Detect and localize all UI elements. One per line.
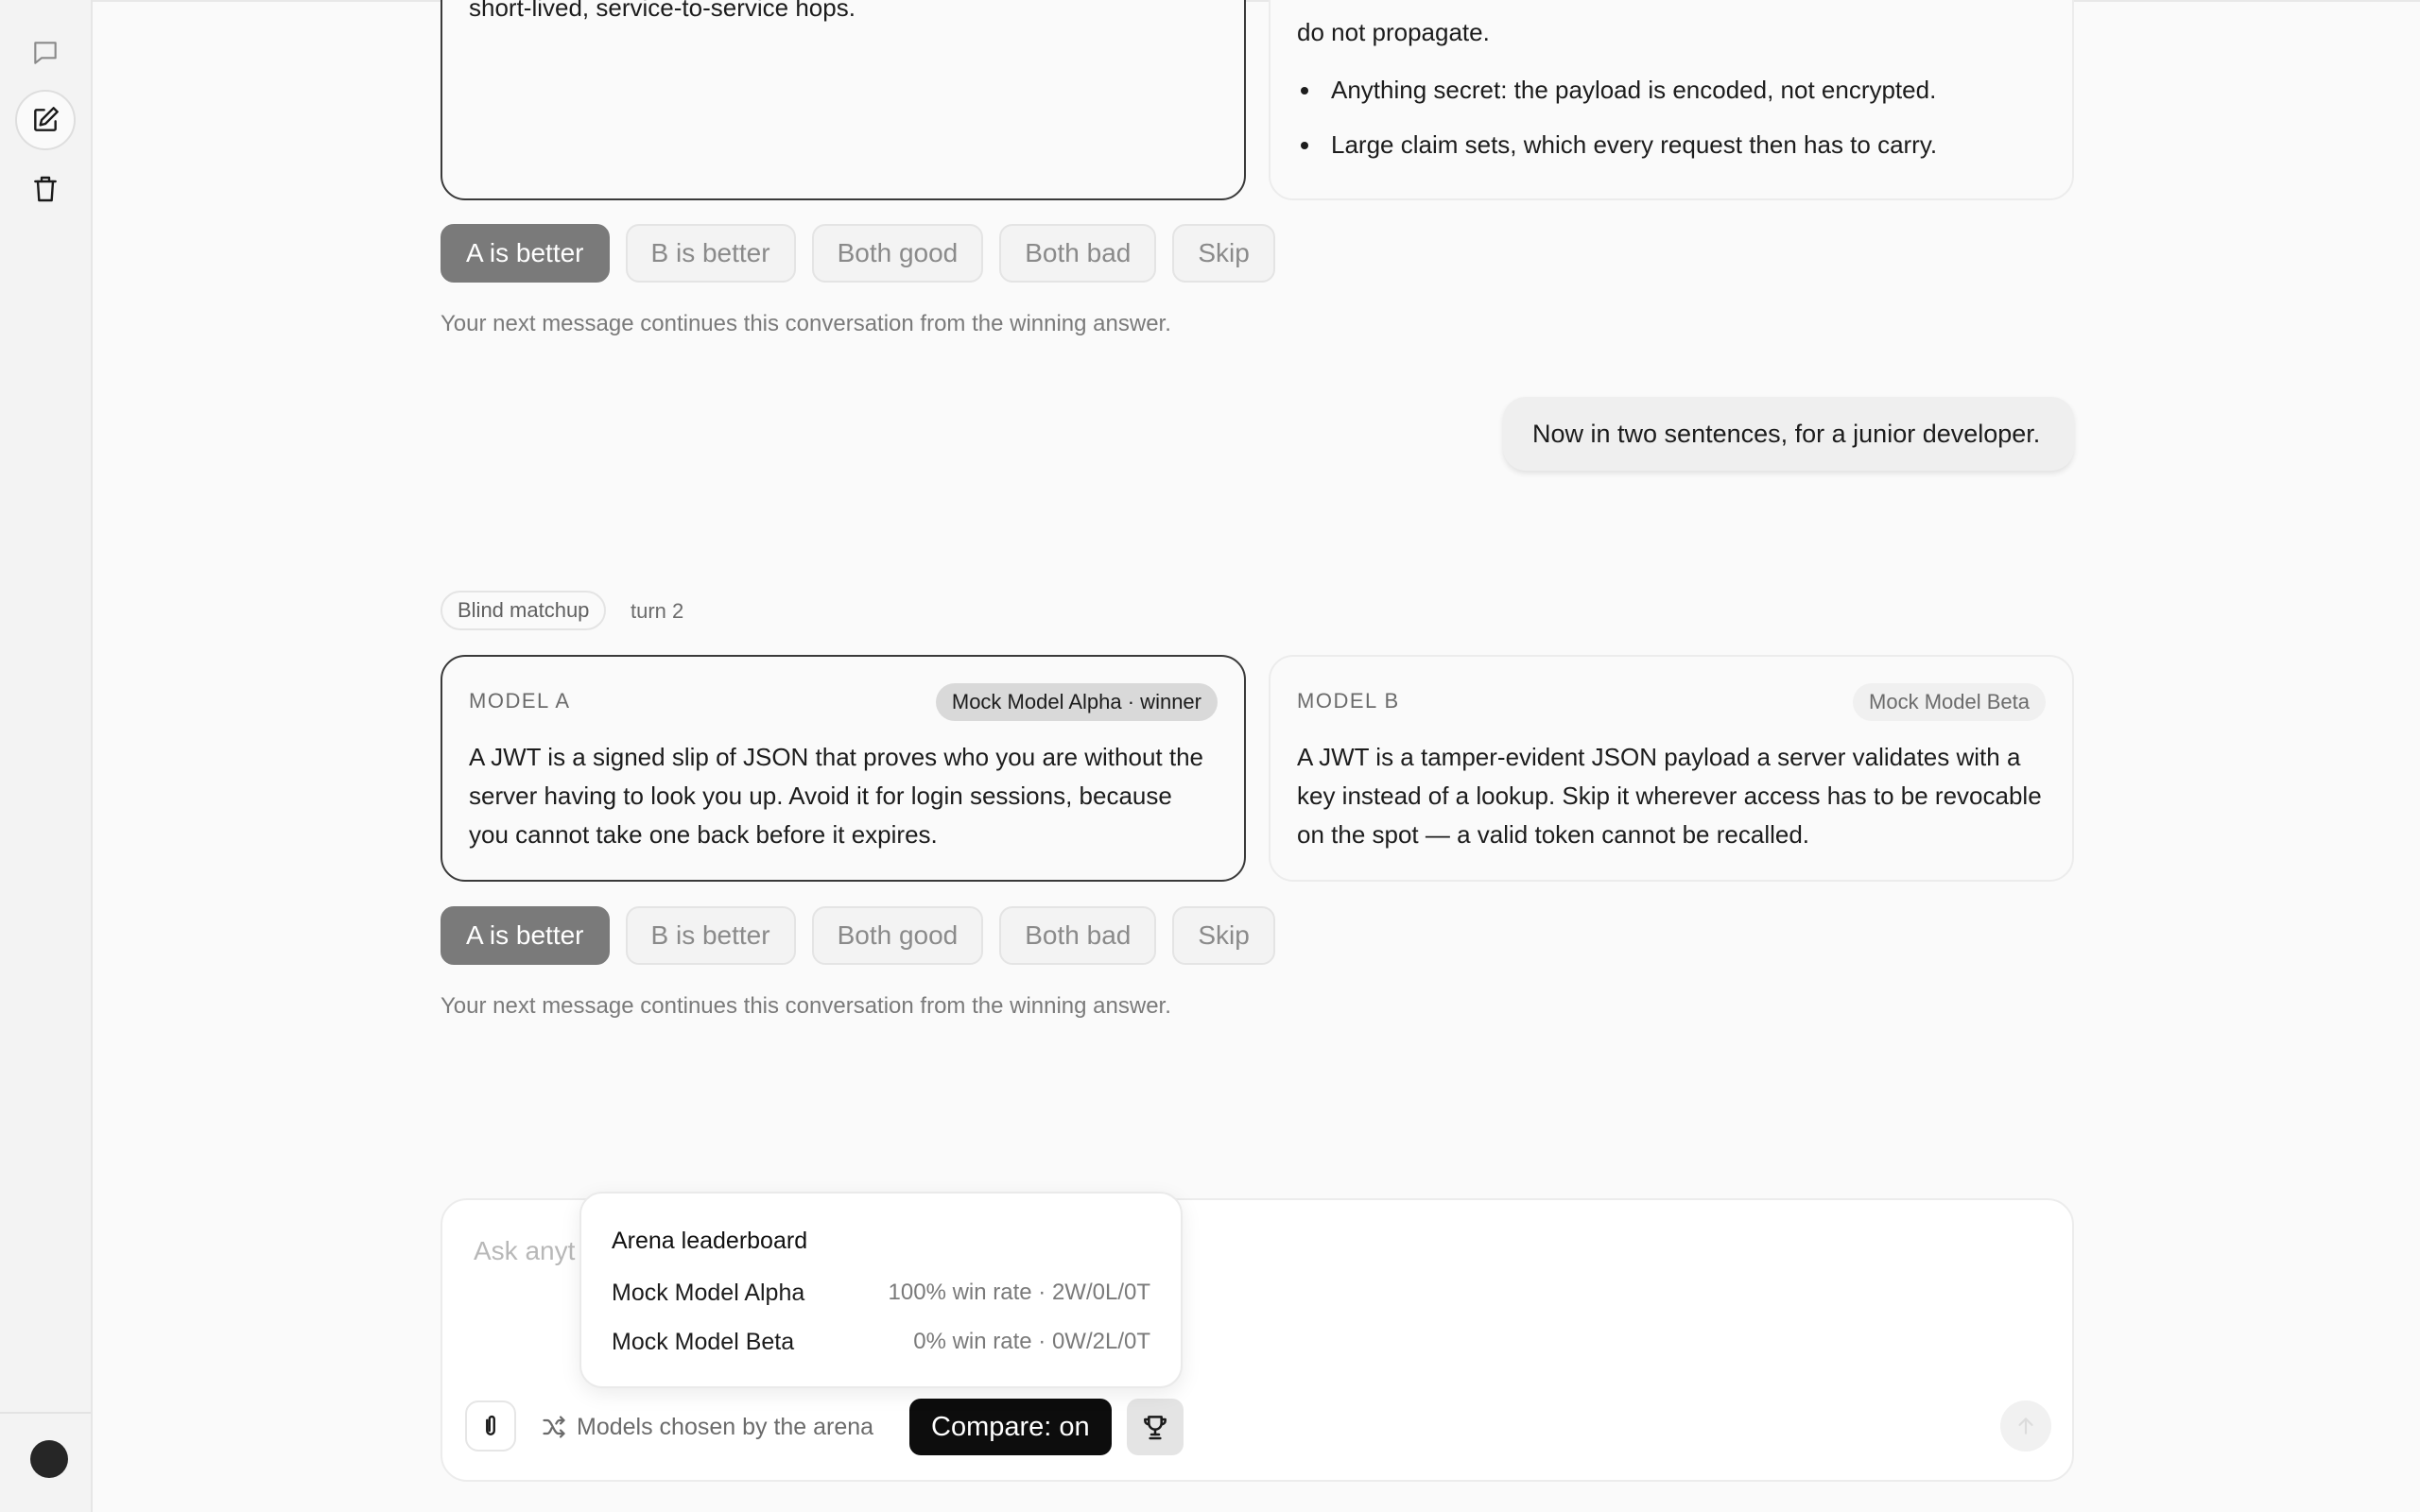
trash-icon [30, 174, 60, 204]
a-is-better-button[interactable]: A is better [441, 906, 610, 965]
leaderboard-model-name: Mock Model Alpha [612, 1279, 805, 1306]
arena-chooser-label: Models chosen by the arena [577, 1413, 874, 1440]
delete-chat-button[interactable] [15, 159, 76, 219]
new-chat-button[interactable] [15, 90, 76, 150]
turn1-vote-row: A is better B is better Both good Both b… [441, 224, 1275, 283]
user-message-bubble: Now in two sentences, for a junior devel… [1503, 397, 2074, 471]
compare-toggle-button[interactable]: Compare: on [909, 1399, 1112, 1455]
answer-b-text: do not propagate. [1297, 18, 1490, 46]
turn1-answer-b-card[interactable]: do not propagate. Anything secret: the p… [1269, 0, 2074, 200]
arrow-up-icon [2014, 1414, 2038, 1438]
chat-bubble-icon [30, 38, 60, 68]
model-b-label: MODEL B [1297, 689, 1400, 713]
answer-a-text: short-lived, service-to-service hops. [469, 0, 856, 22]
paperclip-icon [476, 1412, 505, 1440]
a-is-better-button[interactable]: A is better [441, 224, 610, 283]
arena-model-chooser[interactable]: Models chosen by the arena [541, 1408, 873, 1446]
model-b-reveal-badge: Mock Model Beta [1853, 683, 2046, 721]
turn2-vote-row: A is better B is better Both good Both b… [441, 906, 1275, 965]
b-is-better-button[interactable]: B is better [625, 906, 796, 965]
skip-button[interactable]: Skip [1172, 224, 1275, 283]
both-bad-button[interactable]: Both bad [999, 906, 1157, 965]
turn-label: turn 2 [631, 599, 684, 623]
turn2-answer-b-card[interactable]: MODEL B Mock Model Beta A JWT is a tampe… [1269, 655, 2074, 882]
avatar[interactable] [30, 1440, 68, 1478]
shuffle-icon [541, 1414, 567, 1440]
blind-matchup-badge: Blind matchup [441, 591, 607, 630]
message-input[interactable]: Ask anyt [474, 1236, 575, 1266]
sidebar [0, 0, 93, 1512]
leaderboard-popover: Arena leaderboard Mock Model Alpha 100% … [579, 1192, 1183, 1388]
continuation-note: Your next message continues this convers… [441, 311, 1171, 336]
turn1-answer-a-card[interactable]: short-lived, service-to-service hops. [441, 0, 1246, 200]
send-button[interactable] [2000, 1400, 2051, 1452]
leaderboard-title: Arena leaderboard [612, 1228, 808, 1254]
sidebar-divider [0, 1412, 91, 1414]
leaderboard-row: Mock Model Beta 0% win rate · 0W/2L/0T [612, 1323, 1150, 1361]
both-good-button[interactable]: Both good [811, 224, 984, 283]
skip-button[interactable]: Skip [1172, 906, 1275, 965]
both-good-button[interactable]: Both good [811, 906, 984, 965]
b-is-better-button[interactable]: B is better [625, 224, 796, 283]
turn2-answer-a-card[interactable]: MODEL A Mock Model Alpha · winner A JWT … [441, 655, 1246, 882]
answer-b-bullets: Anything secret: the payload is encoded,… [1297, 62, 2046, 172]
leaderboard-button[interactable] [1127, 1399, 1184, 1455]
chats-button[interactable] [15, 23, 76, 83]
answer-a-text: A JWT is a signed slip of JSON that prov… [469, 743, 1204, 849]
list-item: Large claim sets, which every request th… [1297, 117, 2046, 172]
leaderboard-row: Mock Model Alpha 100% win rate · 2W/0L/0… [612, 1274, 1150, 1312]
edit-icon [30, 105, 60, 135]
answer-b-text: A JWT is a tamper-evident JSON payload a… [1297, 743, 2042, 849]
continuation-note: Your next message continues this convers… [441, 993, 1171, 1019]
list-item: Anything secret: the payload is encoded,… [1297, 62, 2046, 117]
leaderboard-model-stat: 100% win rate · 2W/0L/0T [888, 1280, 1150, 1305]
trophy-icon [1140, 1412, 1170, 1442]
attach-button[interactable] [465, 1400, 516, 1452]
model-a-label: MODEL A [469, 689, 571, 713]
winner-badge: Mock Model Alpha · winner [935, 683, 1218, 721]
both-bad-button[interactable]: Both bad [999, 224, 1157, 283]
leaderboard-model-name: Mock Model Beta [612, 1328, 795, 1355]
leaderboard-model-stat: 0% win rate · 0W/2L/0T [913, 1329, 1150, 1354]
